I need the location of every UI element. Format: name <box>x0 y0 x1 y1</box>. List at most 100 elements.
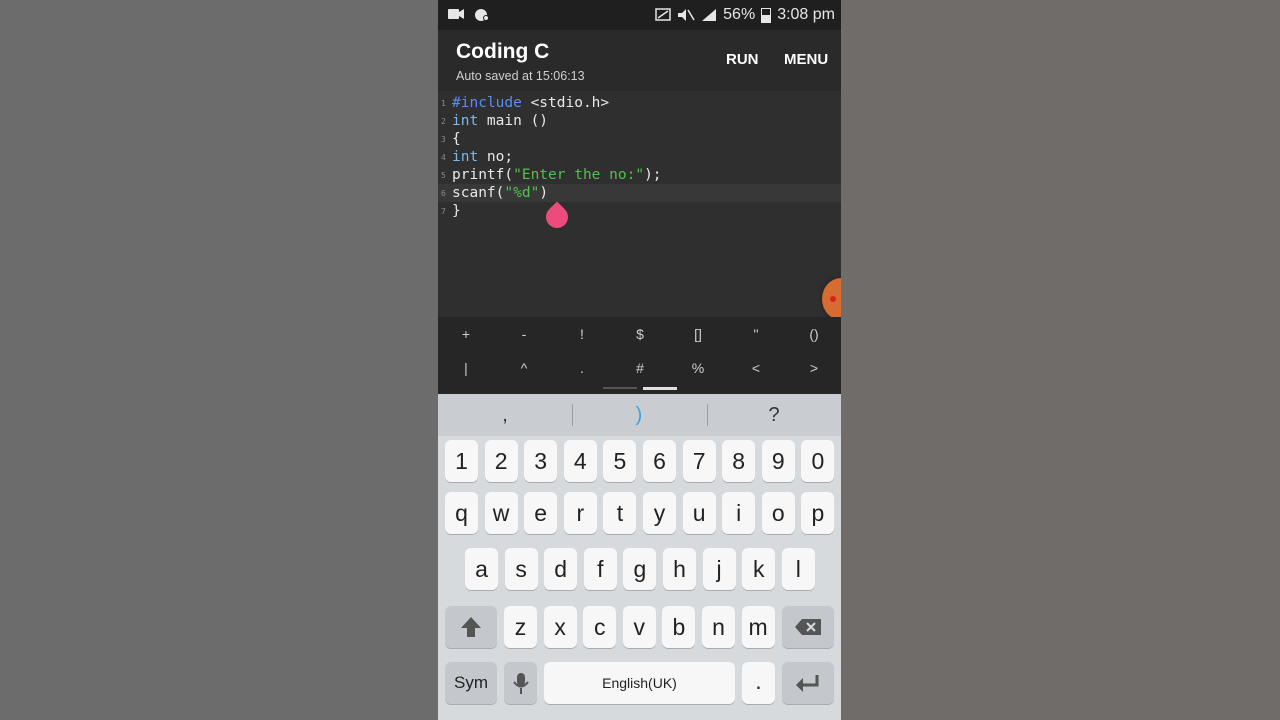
key-5[interactable]: 5 <box>603 440 637 482</box>
symbol-key[interactable]: '' <box>736 326 776 342</box>
space-key[interactable]: English(UK) <box>544 662 735 704</box>
menu-button[interactable]: MENU <box>784 51 828 68</box>
key-f[interactable]: f <box>583 548 617 590</box>
code-line[interactable]: 2 int main () <box>438 112 841 130</box>
suggestion-item[interactable]: ) <box>572 404 706 427</box>
sym-key-label: Sym <box>454 673 488 692</box>
run-button[interactable]: RUN <box>726 51 759 68</box>
key-8[interactable]: 8 <box>722 440 756 482</box>
key-g[interactable]: g <box>623 548 657 590</box>
key-label: m <box>748 614 768 640</box>
key-2[interactable]: 2 <box>484 440 518 482</box>
key-y[interactable]: y <box>643 492 676 534</box>
key-i[interactable]: i <box>722 492 756 534</box>
symbol-key[interactable]: . <box>562 360 602 376</box>
key-label: t <box>616 500 624 526</box>
key-n[interactable]: n <box>702 606 735 648</box>
key-label: s <box>515 556 527 582</box>
battery-percentage: 56% <box>723 6 756 23</box>
key-9[interactable]: 9 <box>761 440 795 482</box>
key-j[interactable]: j <box>702 548 736 590</box>
key-6[interactable]: 6 <box>643 440 676 482</box>
symbol-key[interactable]: $ <box>620 326 660 342</box>
symbol-key[interactable]: ^ <box>504 360 544 376</box>
key-p[interactable]: p <box>801 492 835 534</box>
code-line[interactable]: 4 int no; <box>438 148 841 166</box>
symbol-key[interactable]: [] <box>678 326 718 342</box>
key-x[interactable]: x <box>543 606 577 648</box>
key-s[interactable]: s <box>504 548 538 590</box>
symbol-key[interactable]: | <box>446 360 486 376</box>
keyboard: Sym English(UK) . 1234567890 qwe r t yu i op a s… <box>438 436 841 720</box>
voice-input-key[interactable] <box>504 662 537 704</box>
code-token: } <box>452 203 461 219</box>
key-label: v <box>633 614 646 640</box>
shift-key[interactable] <box>445 606 497 648</box>
enter-key[interactable] <box>782 662 834 704</box>
suggestion-item[interactable]: , <box>438 404 572 427</box>
key-d[interactable]: d <box>544 548 578 590</box>
key-u[interactable]: u <box>682 492 716 534</box>
key-h[interactable]: h <box>663 548 696 590</box>
video-record-icon <box>448 9 464 19</box>
key-t[interactable]: t <box>603 492 637 534</box>
key-label: 2 <box>494 448 508 474</box>
app-notification-icon <box>475 9 489 21</box>
code-line[interactable]: 7} <box>438 202 841 220</box>
key-label: f <box>597 556 604 582</box>
code-line[interactable]: 1 #include <stdio.h> <box>438 94 841 112</box>
key-l[interactable]: l <box>781 548 815 590</box>
key-k[interactable]: k <box>742 548 776 590</box>
key-q[interactable]: q <box>445 492 478 534</box>
backspace-key[interactable] <box>782 606 834 648</box>
key-1[interactable]: 1 <box>445 440 478 482</box>
key-b[interactable]: b <box>662 606 696 648</box>
key-z[interactable]: z <box>504 606 537 648</box>
key-label: 5 <box>613 448 627 474</box>
code-token: printf( <box>452 167 514 183</box>
key-o[interactable]: o <box>761 492 795 534</box>
suggestion-item[interactable]: ? <box>707 404 841 427</box>
symbol-key[interactable]: - <box>504 326 544 342</box>
sym-key[interactable]: Sym <box>445 662 497 704</box>
key-e[interactable]: e <box>524 492 558 534</box>
key-3[interactable]: 3 <box>524 440 558 482</box>
key-label: d <box>554 556 568 582</box>
clock: 3:08 pm <box>777 6 835 23</box>
key-a[interactable]: a <box>465 548 498 590</box>
code-line[interactable]: 6 scanf("%d") <box>438 184 841 202</box>
key-4[interactable]: 4 <box>563 440 597 482</box>
code-editor[interactable]: 7} 6 scanf("%d") 5 printf("Enter the no:"); 4… <box>438 91 841 317</box>
symbol-key[interactable]: () <box>794 326 834 342</box>
key-v[interactable]: v <box>622 606 656 648</box>
key-label: 1 <box>455 448 468 474</box>
code-token: ); <box>644 167 662 183</box>
autosave-status: Auto saved at 15:06:13 <box>456 69 585 83</box>
key-label: p <box>811 500 825 526</box>
code-line[interactable]: 3{ <box>438 130 841 148</box>
key-0[interactable]: 0 <box>801 440 835 482</box>
symbol-key[interactable]: + <box>446 326 486 342</box>
period-key-label: . <box>755 668 762 694</box>
symbol-key[interactable]: > <box>794 360 834 376</box>
key-w[interactable]: w <box>484 492 518 534</box>
key-m[interactable]: m <box>741 606 775 648</box>
line-number: 3 <box>441 135 446 144</box>
code-token: int <box>452 149 479 165</box>
code-token: int <box>452 113 479 129</box>
key-label: 8 <box>732 448 746 474</box>
symbol-bar: + -! $ [] '' () | ^. #% < > <box>438 317 841 394</box>
key-r[interactable]: r <box>563 492 597 534</box>
microphone-icon <box>512 673 529 694</box>
symbol-key[interactable]: ! <box>562 326 602 342</box>
symbol-key[interactable]: < <box>736 360 776 376</box>
key-label: 4 <box>573 448 587 474</box>
period-key[interactable]: . <box>742 662 775 704</box>
symbol-key[interactable]: % <box>678 360 718 376</box>
key-c[interactable]: c <box>583 606 617 648</box>
code-text: } <box>452 202 461 220</box>
key-7[interactable]: 7 <box>682 440 716 482</box>
symbol-key[interactable]: # <box>620 360 660 376</box>
mute-icon <box>678 9 695 21</box>
code-line[interactable]: 5 printf("Enter the no:"); <box>438 166 841 184</box>
